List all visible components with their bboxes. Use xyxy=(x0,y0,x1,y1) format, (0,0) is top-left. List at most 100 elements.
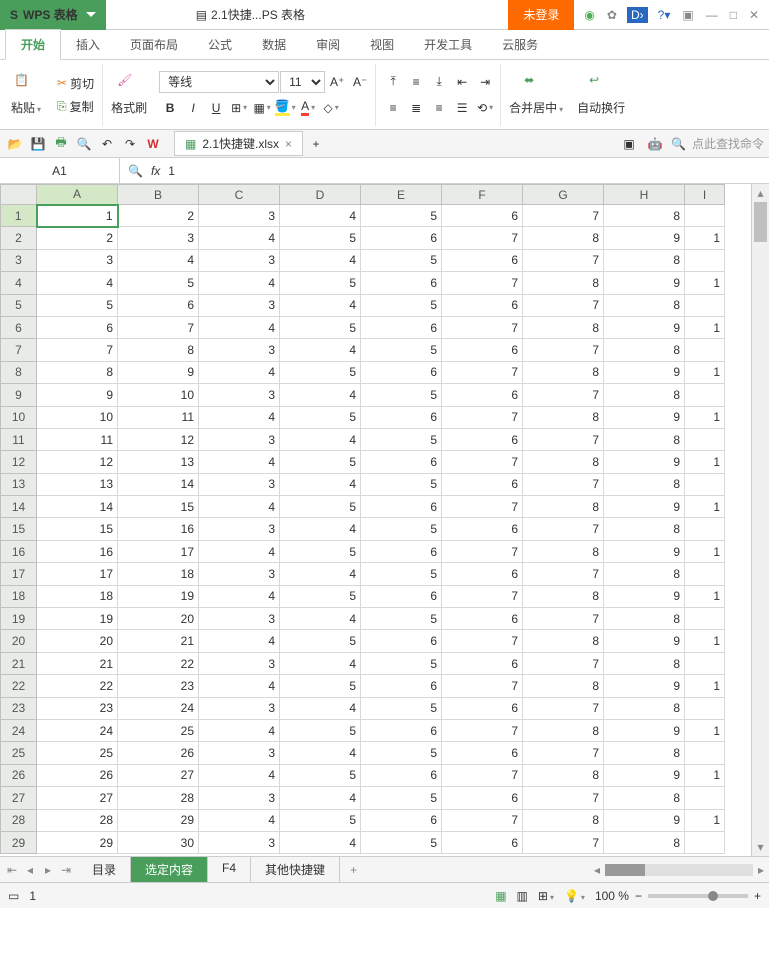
cell-C17[interactable]: 3 xyxy=(199,563,280,585)
row-header-6[interactable]: 6 xyxy=(1,316,37,338)
cell-A28[interactable]: 28 xyxy=(37,809,118,831)
row-header-29[interactable]: 29 xyxy=(1,831,37,853)
cell-I3[interactable] xyxy=(685,249,725,271)
cell-F18[interactable]: 7 xyxy=(442,585,523,607)
cell-B3[interactable]: 4 xyxy=(118,249,199,271)
cell-I22[interactable]: 1 xyxy=(685,675,725,697)
cell-F17[interactable]: 6 xyxy=(442,563,523,585)
cell-I16[interactable]: 1 xyxy=(685,540,725,562)
cell-A11[interactable]: 11 xyxy=(37,428,118,450)
col-header-F[interactable]: F xyxy=(442,185,523,205)
cell-A14[interactable]: 14 xyxy=(37,496,118,518)
cell-G8[interactable]: 8 xyxy=(523,361,604,383)
cell-E18[interactable]: 6 xyxy=(361,585,442,607)
cell-A18[interactable]: 18 xyxy=(37,585,118,607)
cell-D12[interactable]: 5 xyxy=(280,451,361,473)
cell-C3[interactable]: 3 xyxy=(199,249,280,271)
menu-云服务[interactable]: 云服务 xyxy=(487,30,553,59)
cell-H23[interactable]: 8 xyxy=(604,697,685,719)
cell-G26[interactable]: 8 xyxy=(523,764,604,786)
menu-页面布局[interactable]: 页面布局 xyxy=(115,30,193,59)
cell-F27[interactable]: 6 xyxy=(442,787,523,809)
align-bottom-button[interactable]: ⤓ xyxy=(428,71,450,93)
clear-button[interactable]: ◇ xyxy=(320,97,342,119)
row-header-14[interactable]: 14 xyxy=(1,496,37,518)
fx-icon[interactable]: fx xyxy=(151,164,160,178)
cell-C26[interactable]: 4 xyxy=(199,764,280,786)
cell-B22[interactable]: 23 xyxy=(118,675,199,697)
cell-E5[interactable]: 5 xyxy=(361,294,442,316)
row-header-18[interactable]: 18 xyxy=(1,585,37,607)
cell-C4[interactable]: 4 xyxy=(199,272,280,294)
cell-G28[interactable]: 8 xyxy=(523,809,604,831)
cell-H29[interactable]: 8 xyxy=(604,831,685,853)
cell-G17[interactable]: 7 xyxy=(523,563,604,585)
cell-E28[interactable]: 6 xyxy=(361,809,442,831)
cell-D25[interactable]: 4 xyxy=(280,742,361,764)
cell-G25[interactable]: 7 xyxy=(523,742,604,764)
decrease-font-button[interactable]: A⁻ xyxy=(349,71,371,93)
cell-B28[interactable]: 29 xyxy=(118,809,199,831)
cell-B23[interactable]: 24 xyxy=(118,697,199,719)
scroll-down-icon[interactable]: ▾ xyxy=(752,838,769,856)
sheet-next-icon[interactable]: ▸ xyxy=(40,863,56,877)
cell-H12[interactable]: 9 xyxy=(604,451,685,473)
cell-I5[interactable] xyxy=(685,294,725,316)
cell-G9[interactable]: 7 xyxy=(523,384,604,406)
cell-F15[interactable]: 6 xyxy=(442,518,523,540)
cell-E15[interactable]: 5 xyxy=(361,518,442,540)
cell-D16[interactable]: 5 xyxy=(280,540,361,562)
cell-G4[interactable]: 8 xyxy=(523,272,604,294)
font-family-select[interactable]: 等线 xyxy=(159,71,279,93)
cell-H6[interactable]: 9 xyxy=(604,316,685,338)
cell-A8[interactable]: 8 xyxy=(37,361,118,383)
cell-H14[interactable]: 9 xyxy=(604,496,685,518)
cell-F28[interactable]: 7 xyxy=(442,809,523,831)
cell-C11[interactable]: 3 xyxy=(199,428,280,450)
save-icon[interactable]: 💾 xyxy=(28,134,48,154)
cell-F5[interactable]: 6 xyxy=(442,294,523,316)
add-sheet-button[interactable]: + xyxy=(340,859,367,881)
cell-G20[interactable]: 8 xyxy=(523,630,604,652)
cell-H16[interactable]: 9 xyxy=(604,540,685,562)
cell-E3[interactable]: 5 xyxy=(361,249,442,271)
scroll-thumb[interactable] xyxy=(754,202,767,242)
cell-A10[interactable]: 10 xyxy=(37,406,118,428)
cell-B10[interactable]: 11 xyxy=(118,406,199,428)
cell-B5[interactable]: 6 xyxy=(118,294,199,316)
row-header-7[interactable]: 7 xyxy=(1,339,37,361)
cell-A4[interactable]: 4 xyxy=(37,272,118,294)
cell-H15[interactable]: 8 xyxy=(604,518,685,540)
cell-H28[interactable]: 9 xyxy=(604,809,685,831)
fullscreen-icon[interactable]: ▣ xyxy=(680,6,695,24)
redo-icon[interactable]: ↷ xyxy=(120,134,140,154)
cell-E7[interactable]: 5 xyxy=(361,339,442,361)
print-preview-icon[interactable]: 🔍 xyxy=(74,134,94,154)
row-header-15[interactable]: 15 xyxy=(1,518,37,540)
cell-A6[interactable]: 6 xyxy=(37,316,118,338)
cell-I2[interactable]: 1 xyxy=(685,227,725,249)
cell-I13[interactable] xyxy=(685,473,725,495)
cell-D2[interactable]: 5 xyxy=(280,227,361,249)
app-menu-button[interactable]: S WPS 表格 xyxy=(0,0,106,30)
row-header-9[interactable]: 9 xyxy=(1,384,37,406)
cell-H8[interactable]: 9 xyxy=(604,361,685,383)
cell-B8[interactable]: 9 xyxy=(118,361,199,383)
cell-A13[interactable]: 13 xyxy=(37,473,118,495)
cell-I20[interactable]: 1 xyxy=(685,630,725,652)
cell-E2[interactable]: 6 xyxy=(361,227,442,249)
cell-E23[interactable]: 5 xyxy=(361,697,442,719)
cell-A21[interactable]: 21 xyxy=(37,652,118,674)
row-header-3[interactable]: 3 xyxy=(1,249,37,271)
col-header-I[interactable]: I xyxy=(685,185,725,205)
row-header-2[interactable]: 2 xyxy=(1,227,37,249)
cell-I4[interactable]: 1 xyxy=(685,272,725,294)
col-header-D[interactable]: D xyxy=(280,185,361,205)
cell-D9[interactable]: 4 xyxy=(280,384,361,406)
book-icon[interactable]: ▭ xyxy=(8,889,19,903)
close-tab-icon[interactable]: × xyxy=(285,137,292,151)
sheet-tab-选定内容[interactable]: 选定内容 xyxy=(131,857,208,882)
row-header-22[interactable]: 22 xyxy=(1,675,37,697)
cell-D17[interactable]: 4 xyxy=(280,563,361,585)
cell-D5[interactable]: 4 xyxy=(280,294,361,316)
